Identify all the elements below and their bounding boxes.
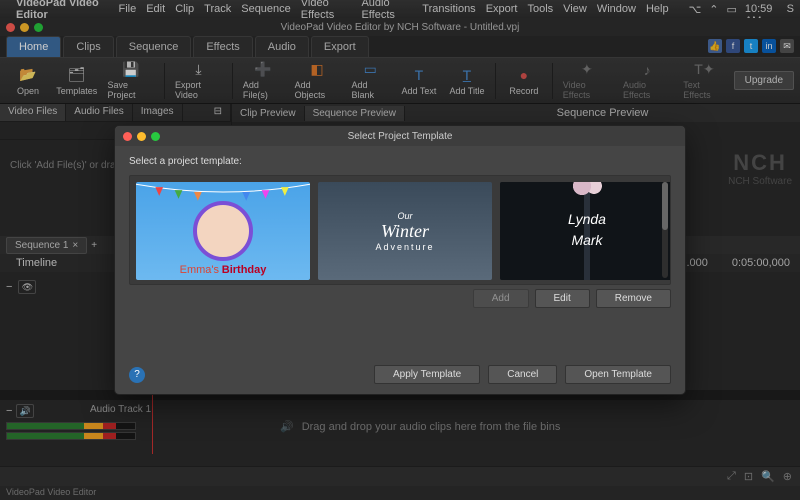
flowers-icon xyxy=(570,182,610,196)
dialog-title: Select Project Template xyxy=(348,131,453,142)
template-edit-button[interactable]: Edit xyxy=(535,289,590,308)
template-scrollbar[interactable] xyxy=(662,182,668,278)
photo-placeholder-icon xyxy=(193,201,253,261)
template-add-button: Add xyxy=(473,289,529,308)
template-list: Emma's Birthday Our Winter Adventure Lyn… xyxy=(129,175,671,285)
template-birthday[interactable]: Emma's Birthday xyxy=(136,182,310,280)
open-template-button[interactable]: Open Template xyxy=(565,365,671,384)
dialog-minimize-icon[interactable] xyxy=(137,132,146,141)
template-wedding[interactable]: LyndaMark xyxy=(500,182,671,280)
cancel-button[interactable]: Cancel xyxy=(488,365,557,384)
template-dialog: Select Project Template Select a project… xyxy=(114,125,686,395)
dialog-zoom-icon[interactable] xyxy=(151,132,160,141)
dialog-close-icon[interactable] xyxy=(123,132,132,141)
apply-template-button[interactable]: Apply Template xyxy=(374,365,480,384)
template-winter[interactable]: Our Winter Adventure xyxy=(318,182,492,280)
dialog-label: Select a project template: xyxy=(129,156,671,167)
help-icon[interactable]: ? xyxy=(129,367,145,383)
bunting-icon xyxy=(136,182,310,202)
template-remove-button[interactable]: Remove xyxy=(596,289,671,308)
